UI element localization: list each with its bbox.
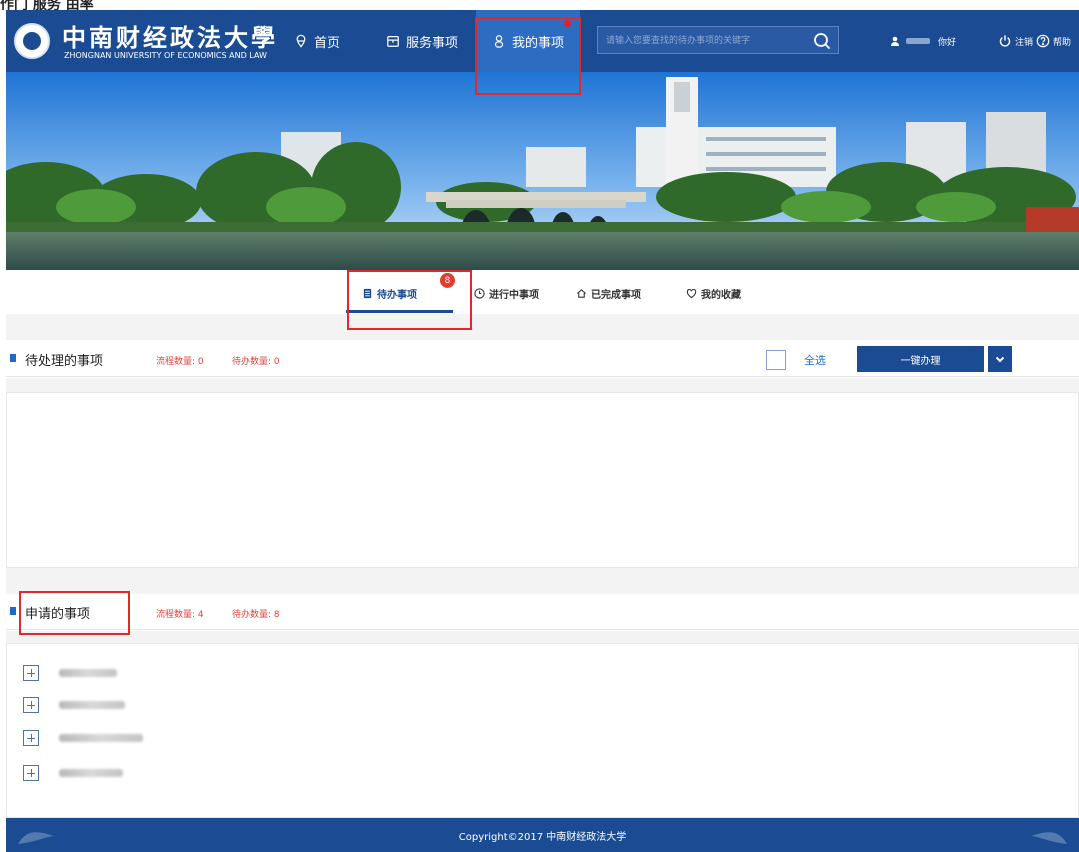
- person-icon: [494, 35, 504, 48]
- chevron-down-icon: [995, 356, 1005, 363]
- footer-ornament-icon: [18, 832, 54, 844]
- help-icon: [1036, 34, 1050, 48]
- logo-english-name: ZHONGNAN UNIVERSITY OF ECONOMICS AND LAW: [64, 51, 267, 60]
- list-item[interactable]: [23, 696, 125, 714]
- nav-services-label: 服务事项: [406, 35, 459, 51]
- logo-chinese-name: 中南财经政法大學: [62, 23, 278, 52]
- applied-items-panel: [6, 643, 1079, 818]
- divider-band: [6, 631, 1079, 643]
- list-item[interactable]: [23, 664, 117, 682]
- cropped-top-text: 作门 服务 由率: [0, 0, 1079, 10]
- select-all-label: 全选: [804, 354, 826, 367]
- help-link[interactable]: 帮助: [1036, 10, 1071, 72]
- list-item-label-redacted: [59, 769, 123, 777]
- location-pin-icon: [296, 34, 306, 48]
- list-item-label-redacted: [59, 669, 117, 677]
- bulk-process-button[interactable]: 一键办理: [857, 346, 984, 372]
- notification-dot: [564, 20, 571, 27]
- tabs-bar: 待办事项 进行中事项 已完成事项 我的收藏: [6, 270, 1079, 318]
- tab-completed[interactable]: 已完成事项: [576, 270, 641, 316]
- top-header: 中南财经政法大學 ZHONGNAN UNIVERSITY OF ECONOMIC…: [6, 10, 1079, 72]
- user-greeting: 你好: [890, 10, 956, 72]
- tab-in-progress[interactable]: 进行中事项: [474, 270, 539, 316]
- nav-my-items[interactable]: 我的事项: [476, 10, 580, 72]
- applied-section-title: 申请的事项: [25, 607, 91, 622]
- expand-plus-icon[interactable]: [23, 665, 39, 681]
- document-icon: [363, 288, 372, 298]
- heart-icon: [686, 288, 697, 298]
- pending-items-panel: [6, 392, 1079, 568]
- list-item[interactable]: [23, 764, 123, 782]
- logout-link[interactable]: 注销: [998, 10, 1033, 72]
- nav-my-items-label: 我的事项: [511, 35, 564, 51]
- search-input[interactable]: [606, 32, 802, 50]
- user-icon: [891, 36, 899, 46]
- applied-section-header: 申请的事项 流程数量: 4 待办数量: 8: [6, 594, 1079, 630]
- power-icon: [999, 35, 1011, 47]
- applied-todo-count: 待办数量: 8: [232, 610, 280, 620]
- tab-favorites-label: 我的收藏: [701, 289, 741, 301]
- pending-todo-count: 待办数量: 0: [232, 357, 280, 367]
- clock-icon: [474, 287, 485, 299]
- list-item-label-redacted: [59, 734, 143, 742]
- greeting-text: 你好: [938, 37, 957, 48]
- tab-favorites[interactable]: 我的收藏: [686, 270, 741, 316]
- username-redacted: [906, 38, 930, 44]
- pending-section-title: 待处理的事项: [25, 354, 104, 369]
- divider-band: [6, 314, 1079, 340]
- nav-services[interactable]: 服务事项: [386, 10, 458, 72]
- footer-ornament-icon: [1031, 832, 1067, 844]
- pending-section-header: 待处理的事项 流程数量: 0 待办数量: 0 全选 一键办理: [6, 341, 1079, 377]
- tab-in-progress-label: 进行中事项: [489, 289, 539, 301]
- section-marker: [10, 354, 16, 362]
- home-icon: [577, 288, 586, 298]
- bulk-options-dropdown[interactable]: [988, 346, 1012, 372]
- expand-plus-icon[interactable]: [23, 697, 39, 713]
- section-marker: [10, 607, 16, 615]
- active-tab-underline: [346, 310, 453, 313]
- search-icon[interactable]: [812, 31, 832, 51]
- nav-home[interactable]: 首页: [294, 10, 340, 72]
- divider-band: [6, 568, 1079, 594]
- campus-banner-image: [6, 72, 1079, 270]
- page-footer: Copyright©2017 中南财经政法大学: [6, 818, 1079, 852]
- calendar-icon: [387, 36, 399, 47]
- select-all-checkbox[interactable]: [766, 350, 786, 370]
- applied-flow-count: 流程数量: 4: [156, 610, 204, 620]
- expand-plus-icon[interactable]: [23, 765, 39, 781]
- search-box: [597, 26, 839, 54]
- help-label: 帮助: [1053, 37, 1072, 48]
- list-item-label-redacted: [59, 701, 125, 709]
- copyright-text: Copyright©2017 中南财经政法大学: [458, 831, 627, 843]
- expand-plus-icon[interactable]: [23, 730, 39, 746]
- tab-completed-label: 已完成事项: [591, 289, 641, 301]
- tab-pending-label: 待办事项: [377, 289, 417, 301]
- nav-home-label: 首页: [314, 35, 341, 51]
- university-emblem-icon: [14, 23, 50, 59]
- divider-band: [6, 378, 1079, 392]
- logout-label: 注销: [1015, 37, 1034, 48]
- list-item[interactable]: [23, 729, 143, 747]
- pending-flow-count: 流程数量: 0: [156, 357, 204, 367]
- pending-count-badge: 8: [440, 273, 455, 288]
